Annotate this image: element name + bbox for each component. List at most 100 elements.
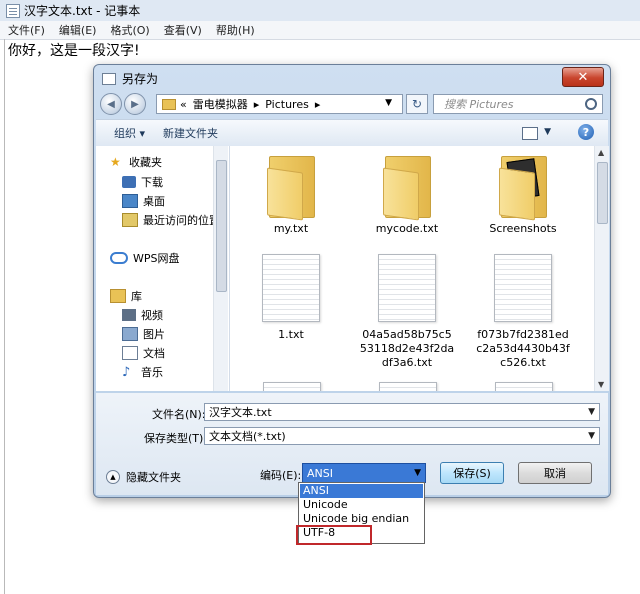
- hide-folders-toggle[interactable]: ▲ 隐藏文件夹: [106, 469, 181, 485]
- dialog-title: 另存为: [122, 72, 159, 86]
- cloud-icon: [110, 252, 128, 264]
- folder-photo-icon: [499, 154, 547, 221]
- refresh-button[interactable]: ↻: [406, 94, 428, 114]
- folder-icon: [267, 154, 315, 221]
- file-list: my.txt mycode.txt Screenshots 1.txt 04a5…: [230, 146, 594, 391]
- nav-recent-label: 最近访问的位置: [143, 214, 220, 227]
- file-name: f073b7fd2381edc2a53d4430b43fc526.txt: [476, 328, 570, 369]
- nav-favorites[interactable]: ★ 收藏夹: [110, 154, 162, 170]
- navigation-pane: ★ 收藏夹 下载 桌面 最近访问的位置 WPS网盘 库 视频 图片 文档 ♪ 音…: [96, 146, 230, 391]
- text-document-icon: [263, 382, 321, 391]
- file-name: mycode.txt: [375, 222, 439, 235]
- encoding-option-unicode-big-endian[interactable]: Unicode big endian: [300, 512, 423, 526]
- menu-help[interactable]: 帮助(H): [216, 22, 255, 38]
- back-button[interactable]: ◀: [100, 93, 122, 115]
- file-item[interactable]: my.txt: [236, 154, 346, 236]
- notepad-titlebar: 汉字文本.txt - 记事本: [0, 0, 640, 22]
- chevron-down-icon[interactable]: ▼: [588, 431, 595, 441]
- chevron-down-icon[interactable]: ▼: [385, 98, 392, 108]
- utf8-highlight-box: [296, 525, 372, 545]
- filename-value: 汉字文本.txt: [209, 406, 272, 419]
- video-icon: [122, 309, 136, 321]
- file-item[interactable]: mycode.txt: [352, 154, 462, 236]
- encoding-option-unicode[interactable]: Unicode: [300, 498, 423, 512]
- close-button[interactable]: ✕: [562, 67, 604, 87]
- address-bar[interactable]: « 雷电模拟器 ▸ Pictures ▸ ▼: [156, 94, 403, 114]
- document-icon: [122, 346, 138, 360]
- scroll-thumb[interactable]: [216, 160, 227, 292]
- organize-button[interactable]: 组织 ▾: [114, 125, 145, 141]
- desktop-icon: [122, 194, 138, 208]
- file-name: my.txt: [273, 222, 309, 235]
- nav-documents[interactable]: 文档: [122, 345, 165, 361]
- menu-format[interactable]: 格式(O): [110, 22, 149, 38]
- refresh-icon: ↻: [411, 97, 423, 111]
- nav-wps-label: WPS网盘: [133, 252, 180, 265]
- forward-button[interactable]: ▶: [124, 93, 146, 115]
- nav-downloads-label: 下载: [141, 176, 163, 189]
- nav-library[interactable]: 库: [110, 288, 142, 304]
- nav-videos[interactable]: 视频: [122, 307, 163, 323]
- nav-scrollbar[interactable]: [213, 146, 228, 391]
- nav-documents-label: 文档: [143, 347, 165, 360]
- picture-icon: [122, 327, 138, 341]
- nav-favorites-label: 收藏夹: [129, 156, 162, 169]
- search-icon: [585, 98, 597, 110]
- file-item[interactable]: Screenshots: [468, 154, 578, 236]
- notepad-content: 你好，这是一段汉字!: [8, 43, 140, 59]
- new-folder-button[interactable]: 新建文件夹: [163, 125, 218, 141]
- file-list-scrollbar[interactable]: ▲ ▼: [594, 146, 609, 391]
- encoding-option-ansi[interactable]: ANSI: [300, 484, 423, 498]
- breadcrumb-separator[interactable]: ▸: [315, 98, 321, 111]
- search-placeholder: 搜索 Pictures: [444, 98, 514, 111]
- scroll-thumb[interactable]: [597, 162, 608, 224]
- cancel-button[interactable]: 取消: [518, 462, 592, 484]
- search-input[interactable]: 搜索 Pictures: [433, 94, 603, 114]
- command-toolbar: 组织 ▾ 新建文件夹 ▼ ?: [96, 119, 608, 147]
- menu-file[interactable]: 文件(F): [8, 22, 45, 38]
- folder-icon: [383, 154, 431, 221]
- savetype-value: 文本文档(*.txt): [209, 430, 286, 443]
- dialog-icon: [102, 72, 116, 85]
- window-title: 汉字文本.txt - 记事本: [24, 4, 141, 18]
- file-item[interactable]: 1.txt: [236, 254, 346, 342]
- view-options-icon[interactable]: [522, 127, 538, 140]
- encoding-select[interactable]: ANSI ▼: [302, 463, 426, 483]
- download-icon: [122, 176, 136, 188]
- text-document-icon: [262, 254, 320, 322]
- nav-library-label: 库: [131, 290, 142, 303]
- help-icon[interactable]: ?: [578, 124, 594, 140]
- menu-edit[interactable]: 编辑(E): [59, 22, 97, 38]
- chevron-down-icon[interactable]: ▼: [544, 127, 551, 137]
- file-item[interactable]: 04a5ad58b75c553118d2e43f2dadf3a6.txt: [352, 254, 462, 370]
- scroll-down-icon[interactable]: ▼: [598, 380, 604, 389]
- chevron-down-icon[interactable]: ▼: [414, 468, 421, 478]
- nav-music[interactable]: ♪ 音乐: [122, 364, 163, 380]
- breadcrumb-pictures[interactable]: Pictures: [265, 98, 309, 111]
- menu-view[interactable]: 查看(V): [164, 22, 202, 38]
- file-item[interactable]: f073b7fd2381edc2a53d4430b43fc526.txt: [468, 254, 578, 370]
- chevron-down-icon[interactable]: ▼: [588, 407, 595, 417]
- nav-videos-label: 视频: [141, 309, 163, 322]
- breadcrumb-overflow[interactable]: «: [180, 98, 187, 111]
- nav-pictures[interactable]: 图片: [122, 326, 165, 342]
- nav-music-label: 音乐: [141, 366, 163, 379]
- breadcrumb-leidian[interactable]: 雷电模拟器: [193, 96, 248, 112]
- save-form: 文件名(N): 汉字文本.txt ▼ 保存类型(T): 文本文档(*.txt) …: [96, 393, 608, 495]
- breadcrumb-separator[interactable]: ▸: [254, 98, 260, 111]
- file-name: Screenshots: [489, 222, 557, 235]
- recent-places-icon: [122, 213, 138, 227]
- savetype-select[interactable]: 文本文档(*.txt) ▼: [204, 427, 600, 445]
- star-icon: ★: [110, 155, 121, 169]
- nav-desktop[interactable]: 桌面: [122, 193, 165, 209]
- text-document-icon: [379, 382, 437, 391]
- nav-recent[interactable]: 最近访问的位置: [122, 212, 220, 228]
- nav-wps-cloud[interactable]: WPS网盘: [110, 250, 180, 266]
- filename-input[interactable]: 汉字文本.txt ▼: [204, 403, 600, 421]
- nav-downloads[interactable]: 下载: [122, 174, 163, 190]
- file-name: 1.txt: [278, 328, 304, 341]
- save-button[interactable]: 保存(S): [440, 462, 504, 484]
- scroll-up-icon[interactable]: ▲: [598, 148, 604, 157]
- folder-icon: [162, 98, 176, 110]
- chevron-up-icon: ▲: [106, 470, 120, 484]
